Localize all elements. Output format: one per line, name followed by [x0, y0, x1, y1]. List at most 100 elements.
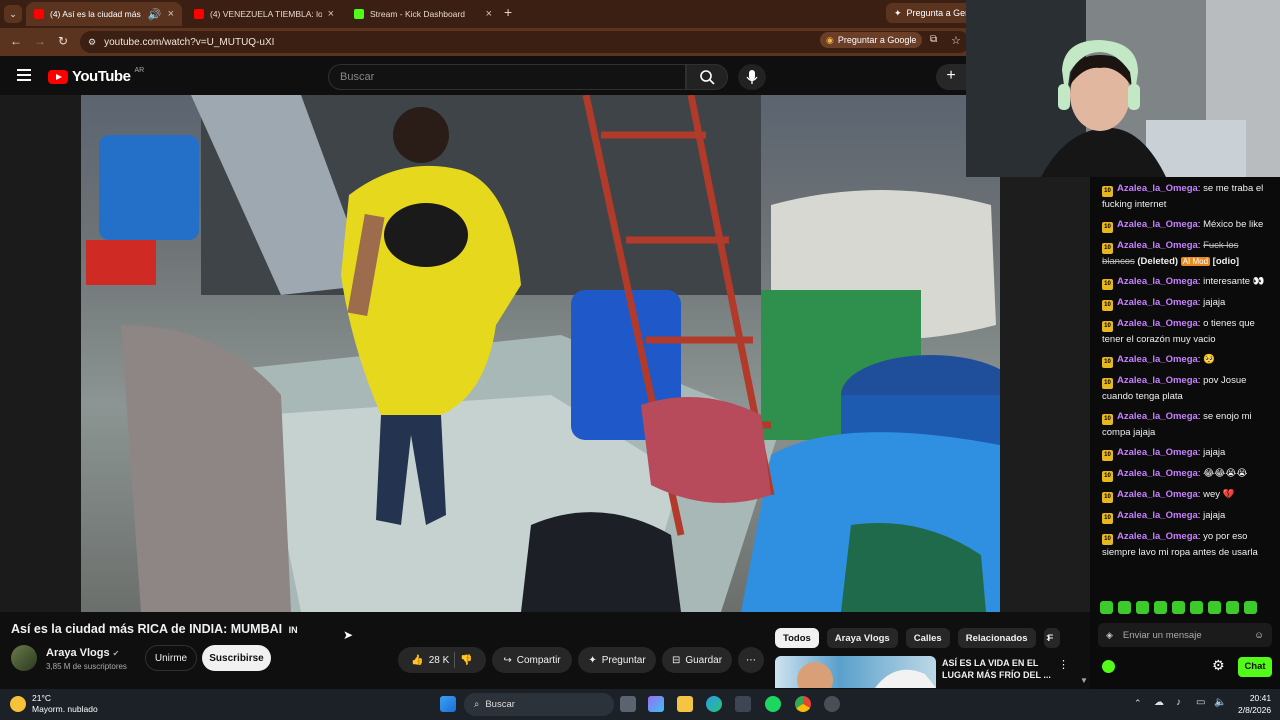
chat-message-input[interactable]: ◈ Enviar un mensaje ☺	[1098, 623, 1272, 647]
chat-username[interactable]: Azalea_la_Omega	[1117, 489, 1198, 500]
ask-google-button[interactable]: ◉ Preguntar a Google	[820, 32, 923, 48]
spotify-icon[interactable]	[765, 696, 781, 712]
emote-icon[interactable]	[1118, 601, 1131, 614]
recommended-video-thumbnail[interactable]	[775, 656, 936, 688]
chevron-right-icon[interactable]: ›	[1046, 630, 1050, 644]
windows-start-icon[interactable]	[440, 696, 456, 712]
close-tab-icon[interactable]: ×	[328, 8, 334, 20]
tab-youtube-venezuela[interactable]: (4) VENEZUELA TIEMBLA: los h ×	[186, 2, 342, 26]
emote-icon[interactable]	[1136, 601, 1149, 614]
taskbar-search-label: Buscar	[485, 699, 515, 710]
back-icon[interactable]: ←	[10, 34, 22, 48]
speaker-icon[interactable]: 🔊	[148, 8, 162, 21]
chat-username[interactable]: Azalea_la_Omega	[1117, 318, 1198, 329]
site-info-icon[interactable]: ⚙	[88, 37, 96, 48]
chat-username[interactable]: Azalea_la_Omega	[1117, 276, 1198, 287]
menu-icon[interactable]	[17, 69, 31, 81]
emote-icon[interactable]	[1226, 601, 1239, 614]
obs-icon[interactable]	[824, 696, 840, 712]
video-options-icon[interactable]: ⋮	[1058, 658, 1069, 671]
task-view-icon[interactable]	[620, 696, 636, 712]
join-button[interactable]: Unirme	[145, 645, 197, 671]
create-button[interactable]: +	[936, 64, 966, 90]
youtube-logo[interactable]: YouTube AR	[48, 67, 144, 85]
mic-icon[interactable]: ♪	[1176, 697, 1181, 708]
subscribe-button[interactable]: Suscribirse	[202, 645, 271, 671]
clock-time: 20:41	[1249, 693, 1272, 703]
channel-name[interactable]: Araya Vlogs ✔	[46, 647, 119, 659]
install-icon[interactable]: ⧉	[930, 34, 937, 45]
chat-username[interactable]: Azalea_la_Omega	[1117, 375, 1198, 386]
save-button[interactable]: ⊟ Guardar	[662, 647, 732, 673]
store-icon[interactable]	[735, 696, 751, 712]
like-button[interactable]: 👍 28 K	[411, 655, 449, 666]
close-tab-icon[interactable]: ×	[486, 8, 492, 20]
tab-search-button[interactable]: ⌄	[4, 5, 22, 23]
search-icon: ⌕	[474, 699, 480, 710]
bookmark-star-icon[interactable]: ☆	[951, 34, 961, 47]
edge-icon[interactable]	[706, 696, 722, 712]
scroll-down-icon[interactable]: ▼	[1080, 676, 1088, 685]
tab-youtube-mumbai[interactable]: (4) Así es la ciudad más RICA 🔊 ×	[26, 2, 182, 26]
video-frame	[86, 95, 1000, 612]
subscriber-badge-icon: 10	[1102, 513, 1113, 524]
taskbar-search[interactable]: ⌕ Buscar	[464, 693, 614, 716]
chat-username[interactable]: Azalea_la_Omega	[1117, 510, 1198, 521]
chat-text: jajaja	[1203, 510, 1226, 521]
video-player[interactable]	[81, 95, 1000, 612]
chip-calles[interactable]: Calles	[905, 628, 950, 648]
chat-message: 10 Azalea_la_Omega: o tienes que tener el…	[1102, 318, 1255, 345]
chat-username[interactable]: Azalea_la_Omega	[1117, 297, 1198, 308]
chat-username[interactable]: Azalea_la_Omega	[1117, 354, 1198, 365]
emote-icon[interactable]	[1190, 601, 1203, 614]
chat-username[interactable]: Azalea_la_Omega	[1117, 411, 1198, 422]
subscriber-badge-icon: 10	[1102, 492, 1113, 503]
tab-kick-dashboard[interactable]: Stream - Kick Dashboard ×	[346, 2, 500, 26]
close-tab-icon[interactable]: ×	[168, 8, 174, 20]
cloud-icon[interactable]: ☁	[1154, 697, 1164, 708]
chevron-up-icon[interactable]: ⌃	[1134, 698, 1142, 709]
chat-username[interactable]: Azalea_la_Omega	[1117, 468, 1198, 479]
forward-icon[interactable]: →	[34, 34, 46, 48]
subscriber-badge-icon: 10	[1102, 534, 1113, 545]
chip-todos[interactable]: Todos	[775, 628, 819, 648]
chat-settings-icon[interactable]: ⚙	[1212, 657, 1225, 674]
share-button[interactable]: ↪ Compartir	[492, 647, 572, 673]
thumbs-down-icon[interactable]: 👎	[460, 655, 472, 666]
monitor-icon[interactable]: ▭	[1196, 697, 1205, 708]
chat-username[interactable]: Azalea_la_Omega	[1117, 531, 1198, 542]
ask-button[interactable]: ✦ Preguntar	[578, 647, 656, 673]
search-button[interactable]	[686, 64, 728, 90]
voice-search-button[interactable]	[738, 64, 766, 90]
chat-username[interactable]: Azalea_la_Omega	[1117, 240, 1198, 251]
volume-icon[interactable]: 🔈	[1214, 697, 1226, 708]
file-explorer-icon[interactable]	[677, 696, 693, 712]
more-actions-button[interactable]: ⋯	[738, 647, 764, 673]
channel-avatar[interactable]	[11, 645, 37, 671]
chip-relacionados[interactable]: Relacionados	[957, 628, 1036, 648]
chip-araya-vlogs[interactable]: Araya Vlogs	[826, 628, 898, 648]
kick-points-icon[interactable]	[1102, 660, 1115, 673]
weather-widget[interactable]: 21°C Mayorm. nublado	[10, 693, 98, 715]
send-chat-button[interactable]: Chat	[1238, 657, 1272, 677]
emote-icon[interactable]	[1244, 601, 1257, 614]
system-clock[interactable]: 20:41 2/8/2026	[1238, 692, 1271, 716]
emote-icon[interactable]	[1172, 601, 1185, 614]
emote-icon[interactable]	[1100, 601, 1113, 614]
kick-favicon-icon	[354, 9, 364, 19]
chat-message: 10 Azalea_la_Omega: wey 💔	[1102, 487, 1272, 503]
google-lens-icon: ◉	[826, 34, 834, 45]
emote-icon[interactable]	[1154, 601, 1167, 614]
chat-username[interactable]: Azalea_la_Omega	[1117, 219, 1198, 230]
chat-username[interactable]: Azalea_la_Omega	[1117, 183, 1198, 194]
chrome-icon[interactable]	[795, 696, 811, 712]
emote-icon[interactable]	[1208, 601, 1221, 614]
emoji-picker-icon[interactable]: ☺	[1254, 630, 1264, 641]
tab-title: (4) Así es la ciudad más RICA	[50, 9, 142, 19]
search-input[interactable]: Buscar	[328, 64, 686, 90]
recommended-video-title[interactable]: ASÍ ES LA VIDA EN EL LUGAR MÁS FRÍO DEL …	[942, 657, 1054, 681]
chat-username[interactable]: Azalea_la_Omega	[1117, 447, 1198, 458]
new-tab-button[interactable]: +	[504, 4, 512, 20]
reload-icon[interactable]: ↻	[58, 34, 68, 48]
copilot-icon[interactable]	[648, 696, 664, 712]
